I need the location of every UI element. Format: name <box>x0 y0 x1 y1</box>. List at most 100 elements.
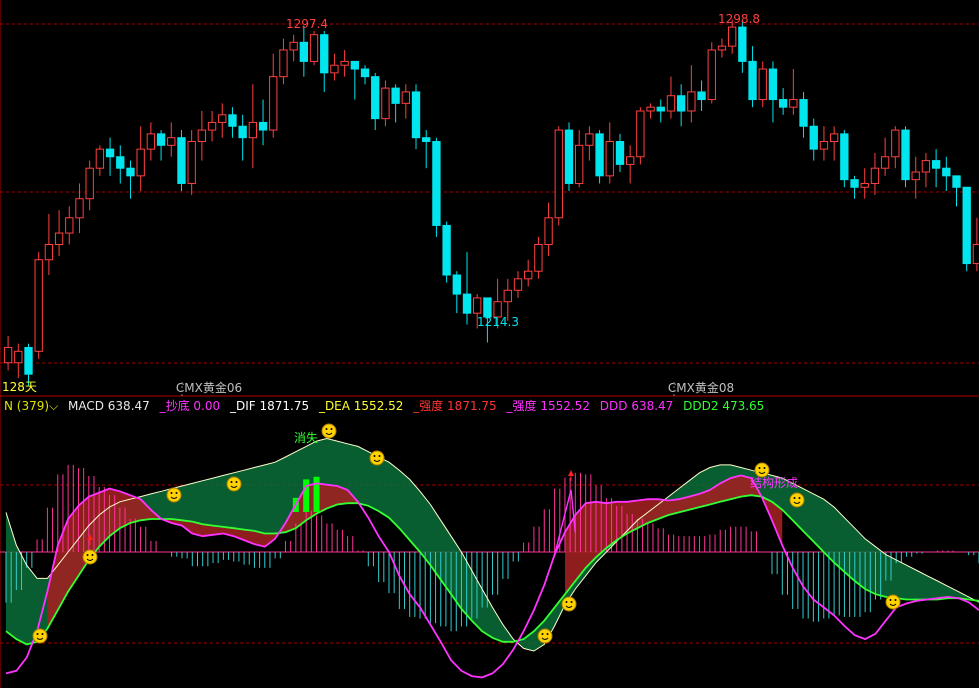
smiley-face <box>754 462 770 478</box>
candle-down <box>697 91 706 101</box>
candle-down <box>901 129 910 181</box>
candle-up <box>860 182 869 188</box>
candle-down <box>177 137 186 184</box>
candle-down <box>952 175 961 188</box>
chart-window: 1297.4 1298.8 1214.3 128天 CMX黄金06 CMX黄金08 消失 结构… <box>0 0 979 688</box>
smiley-face <box>885 594 901 610</box>
candle-up <box>575 144 584 184</box>
candle-up <box>758 68 767 101</box>
candle-up <box>972 243 979 265</box>
smiley-eye <box>758 467 761 469</box>
candle-up <box>248 121 258 139</box>
candle-up <box>911 171 920 181</box>
smiley-eye <box>36 633 39 635</box>
candle-up <box>136 148 145 177</box>
candle-down <box>768 68 778 101</box>
candle-up <box>666 95 676 112</box>
smiley-eye <box>86 554 89 556</box>
candle-up <box>269 76 278 131</box>
candle-down <box>258 121 268 131</box>
candle-up <box>65 217 74 234</box>
smiley-icon <box>789 492 805 508</box>
smiley-eye <box>793 497 796 499</box>
candle-up <box>381 87 390 120</box>
smiley-eye <box>541 633 544 635</box>
candle-up <box>207 121 217 131</box>
candle-down <box>360 68 370 78</box>
candle-up <box>34 259 43 352</box>
candle-down <box>738 26 747 62</box>
smiley-eye <box>570 601 573 603</box>
candle-up <box>309 34 319 62</box>
ddd2-band <box>6 438 979 651</box>
low-label: 1214.3 <box>477 315 519 329</box>
smiley-icon <box>226 476 242 492</box>
candle-up <box>197 129 207 143</box>
smiley-face <box>321 423 337 439</box>
period-label: 128天 <box>2 380 37 394</box>
smiley-eye <box>373 455 376 457</box>
candle-up <box>829 133 839 143</box>
candle-up <box>870 167 880 184</box>
qiangdu1-value: _强度 1871.75 <box>413 399 497 413</box>
macd-value: MACD 638.47 <box>68 399 150 413</box>
annotation-jiegou: 结构形成 <box>750 475 798 490</box>
candle-down <box>656 106 665 112</box>
candle-down <box>442 224 451 276</box>
candle-down <box>422 137 431 143</box>
candle-down <box>320 34 329 74</box>
candle-up <box>534 243 543 272</box>
candle-down <box>595 133 604 177</box>
ddd-value: DDD 638.47 <box>599 399 674 413</box>
candle-up <box>54 232 64 245</box>
smiley-eye <box>546 633 549 635</box>
candle-down <box>105 148 115 158</box>
candle-up <box>636 110 645 158</box>
candle-down <box>350 60 359 70</box>
smiley-eye <box>170 492 173 494</box>
candle-up <box>544 217 553 245</box>
candle-down <box>748 60 757 101</box>
chaodi-value: _抄底 0.00 <box>159 399 221 413</box>
candle-up <box>85 167 94 200</box>
qiangdu2-value: _强度 1552.52 <box>506 399 590 413</box>
smiley-icon <box>561 596 577 612</box>
candle-up <box>14 350 23 364</box>
candle-up <box>707 49 716 101</box>
candle-down <box>778 99 788 108</box>
smiley-eye <box>235 481 238 483</box>
candle-up <box>524 270 533 280</box>
candle-down <box>962 186 971 265</box>
candle-up <box>687 91 696 112</box>
candle-up <box>279 49 288 78</box>
candle-up <box>473 297 482 314</box>
candle-down <box>116 156 125 169</box>
candle-down <box>809 125 818 150</box>
smiley-icon <box>369 450 385 466</box>
candle-up <box>789 99 798 108</box>
candle-up <box>95 148 105 169</box>
smiley-icon <box>166 487 182 503</box>
smiley-eye <box>565 601 568 603</box>
candle-down <box>850 179 859 188</box>
smiley-icon <box>321 423 337 439</box>
indicator-name[interactable]: N (379) <box>4 399 49 413</box>
dif-value: _DIF 1871.75 <box>229 399 310 413</box>
candlestick-macd-chart: 1297.4 1298.8 1214.3 128天 CMX黄金06 CMX黄金08 消失结构… <box>0 0 979 688</box>
candle-up <box>727 26 737 47</box>
candle-down <box>391 87 400 104</box>
candle-up <box>3 346 13 364</box>
ddd2-value: DDD2 473.65 <box>683 399 765 413</box>
smiley-eye <box>325 428 328 430</box>
smiley-eye <box>894 599 897 601</box>
smiley-eye <box>175 492 178 494</box>
candle-up <box>503 289 512 303</box>
candle-up <box>921 160 931 173</box>
candle-down <box>371 76 380 120</box>
candle-down <box>564 129 574 184</box>
up-arrow-icon <box>568 470 574 476</box>
chevron-down-icon[interactable]: ⌵ <box>49 399 58 413</box>
annotation-xiaoshi: 消失 <box>294 430 318 445</box>
candle-down <box>942 167 951 177</box>
candle-up <box>513 278 523 291</box>
